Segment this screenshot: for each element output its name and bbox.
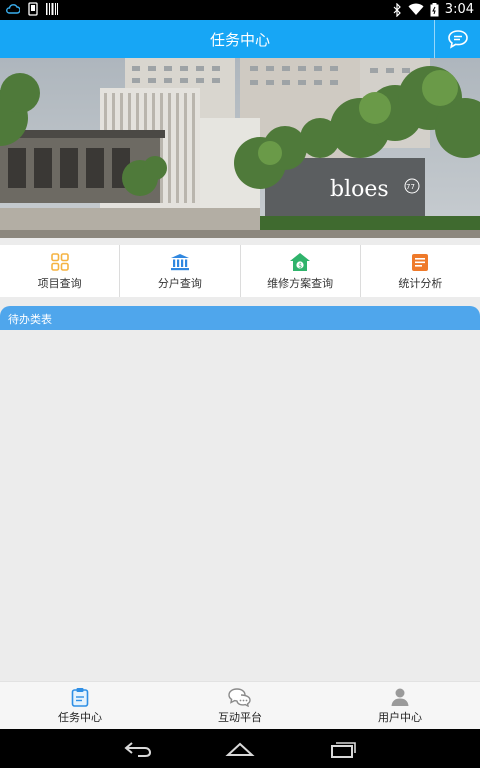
quick-nav-label: 项目查询: [37, 277, 82, 290]
quick-nav-household-query[interactable]: 分户查询: [120, 245, 241, 297]
tab-label: 用户中心: [378, 710, 422, 724]
banner-sign-number: 77: [406, 183, 415, 191]
banner-illustration: bloes 77: [0, 58, 480, 238]
status-left-icons: [6, 2, 58, 16]
home-button[interactable]: [220, 735, 260, 763]
todo-panel: 待办类表: [0, 306, 480, 678]
bluetooth-muted-icon: [393, 2, 401, 17]
status-right-icons: 3:04: [392, 2, 474, 17]
back-arrow-icon: [124, 742, 152, 757]
quick-nav-label: 维修方案查询: [267, 277, 334, 290]
system-nav-bar: [0, 729, 480, 768]
grid-icon: [50, 251, 69, 273]
app-bar: 任务中心: [0, 20, 480, 58]
quick-nav-project-query[interactable]: 项目查询: [0, 245, 121, 297]
home-icon: [225, 742, 255, 756]
todo-list[interactable]: [0, 330, 480, 678]
quick-nav-label: 统计分析: [398, 277, 443, 290]
tab-interaction-platform[interactable]: 互动平台: [160, 682, 320, 729]
bottom-tab-bar: 任务中心 互动平台 用户中心: [0, 681, 480, 729]
phone-icon: [28, 2, 38, 16]
quick-nav: 项目查询 分户查询 $ 维修方案查询 统计分析: [0, 245, 480, 297]
barcode-icon: [46, 3, 58, 15]
tab-label: 任务中心: [58, 710, 102, 724]
status-time: 3:04: [444, 2, 474, 17]
recent-apps-button[interactable]: [323, 735, 363, 763]
back-button[interactable]: [118, 735, 158, 763]
user-icon: [391, 688, 409, 706]
tab-task-center[interactable]: 任务中心: [0, 682, 160, 729]
banner-image[interactable]: bloes 77: [0, 58, 480, 238]
clipboard-icon: [71, 687, 89, 707]
tab-user-center[interactable]: 用户中心: [320, 682, 480, 729]
quick-nav-repair-plan-query[interactable]: $ 维修方案查询: [241, 245, 361, 297]
wifi-icon: [408, 3, 424, 15]
quick-nav-statistics[interactable]: 统计分析: [361, 245, 480, 297]
chat-icon: [228, 687, 251, 707]
recent-apps-icon: [331, 742, 356, 758]
status-bar: 3:04: [0, 0, 480, 20]
banner-sign-text: bloes: [330, 177, 389, 202]
bank-icon: [170, 251, 190, 273]
tab-label: 互动平台: [218, 710, 262, 724]
document-icon: [411, 251, 429, 273]
cloud-icon: [6, 4, 20, 14]
message-bubble-icon: [447, 30, 468, 49]
house-money-icon: $: [289, 251, 311, 273]
message-button[interactable]: [435, 20, 480, 58]
quick-nav-label: 分户查询: [157, 277, 202, 290]
svg-text:$: $: [298, 263, 302, 270]
todo-panel-title: 待办类表: [0, 306, 480, 330]
page-title: 任务中心: [209, 31, 270, 49]
battery-icon: [430, 2, 439, 16]
